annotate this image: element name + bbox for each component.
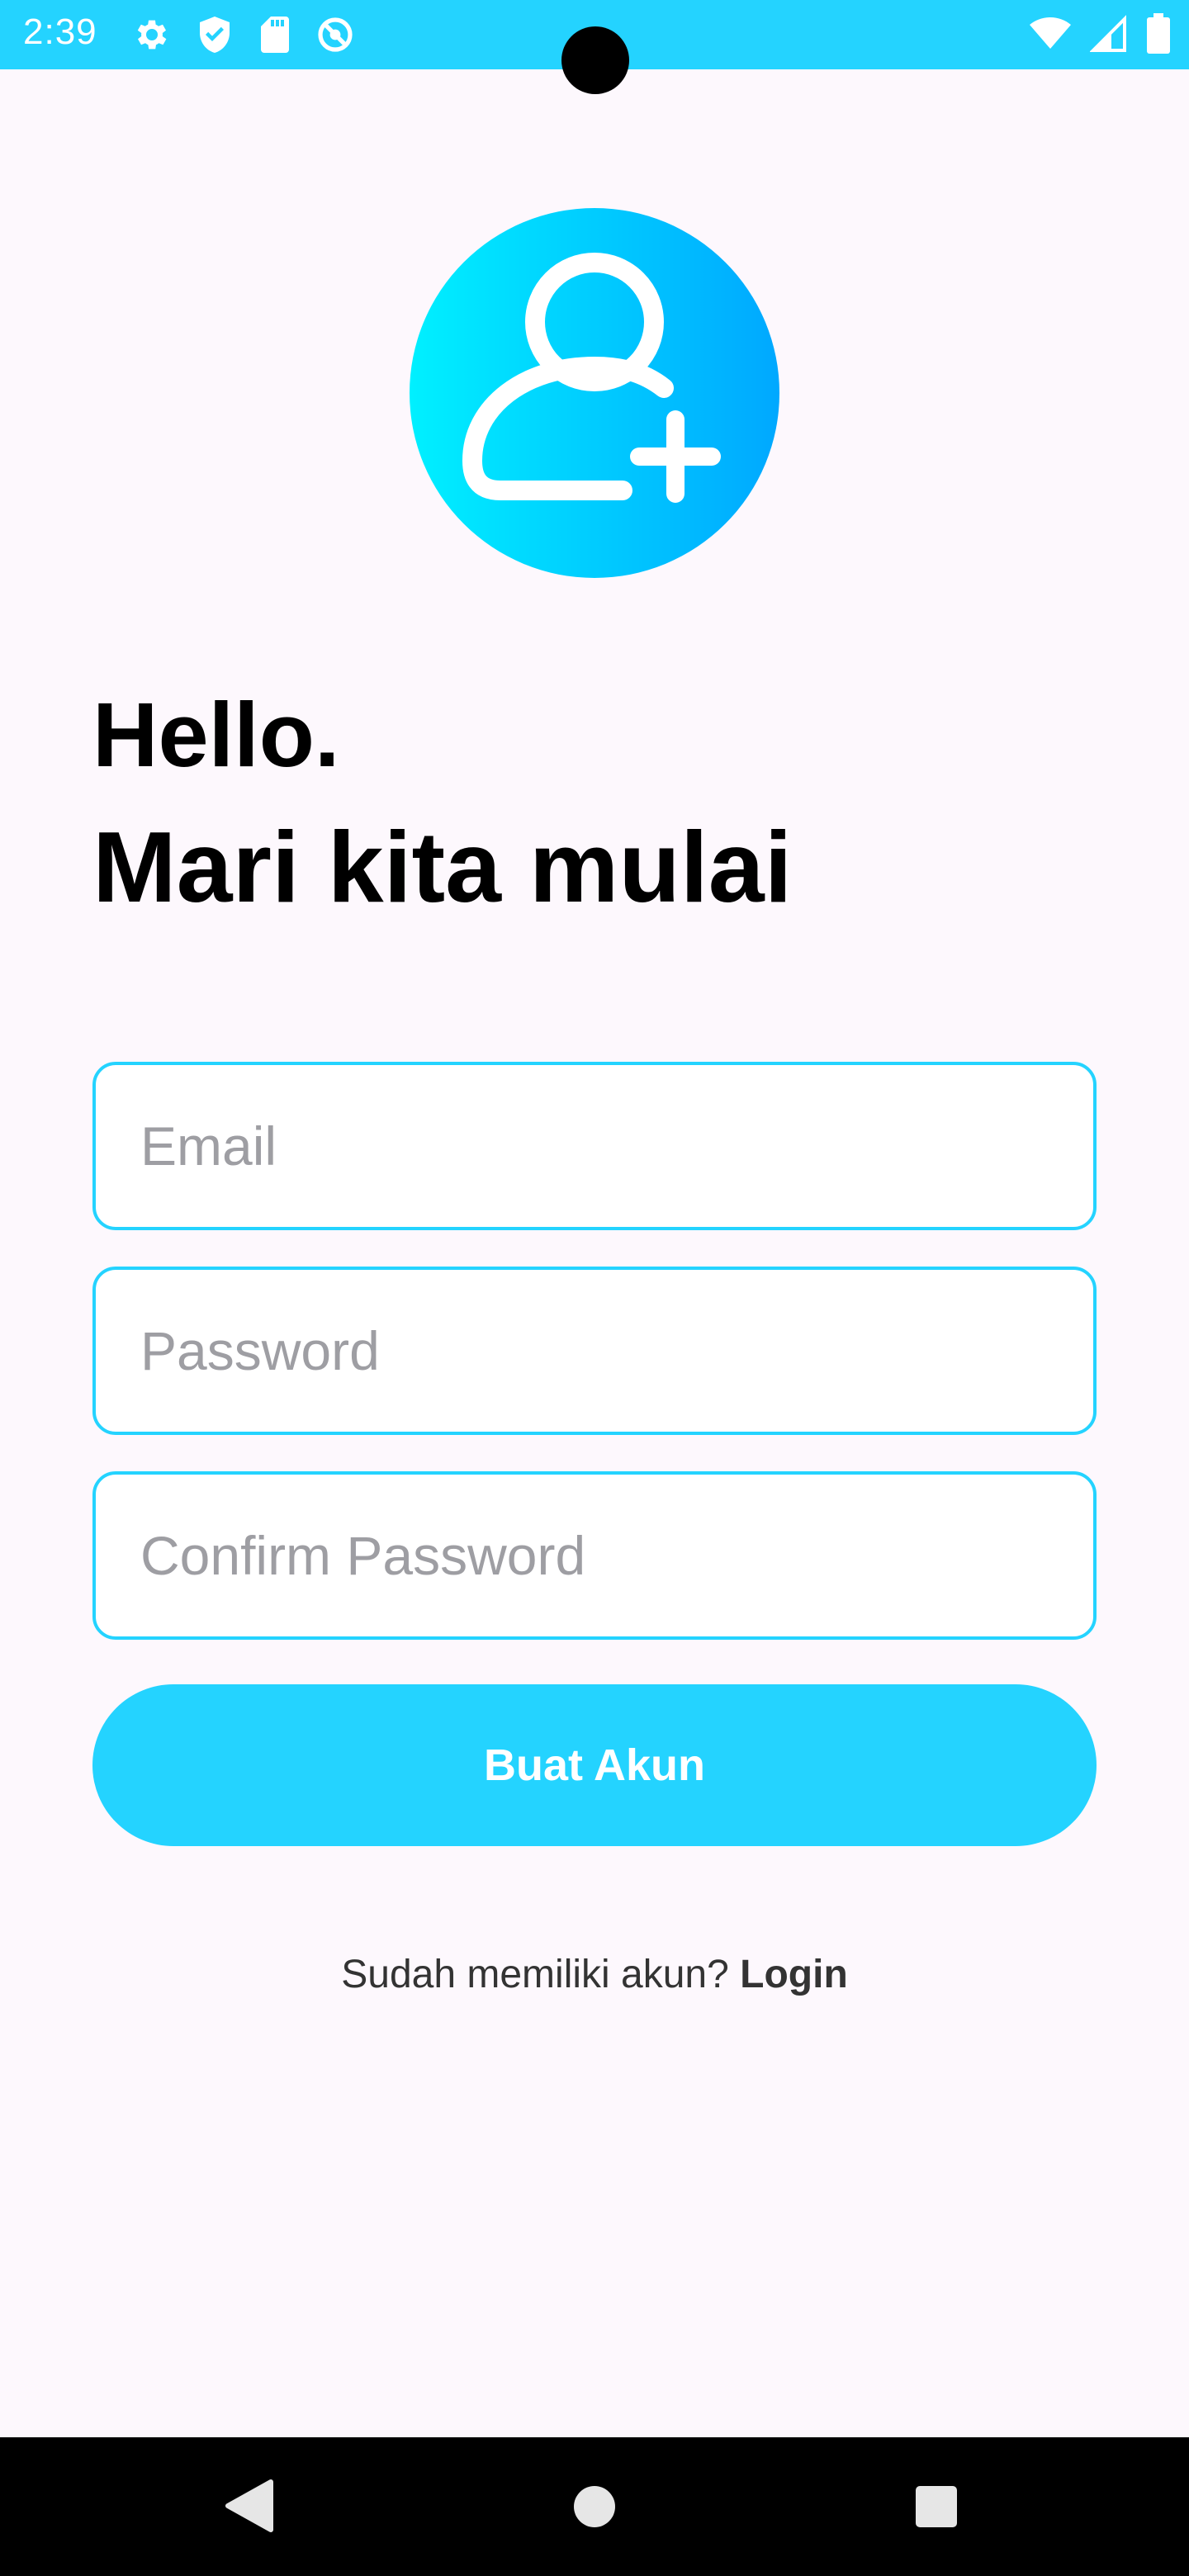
avatar xyxy=(410,208,779,578)
login-prompt-text: Sudah memiliki akun? xyxy=(341,1953,741,1996)
password-input[interactable] xyxy=(96,1270,1093,1432)
password-field[interactable] xyxy=(92,1267,1097,1435)
navigation-bar xyxy=(0,2437,1189,2576)
gear-icon xyxy=(132,15,172,54)
login-prompt: Sudah memiliki akun? Login xyxy=(0,1952,1189,1997)
back-icon[interactable] xyxy=(223,2477,274,2539)
email-field[interactable] xyxy=(92,1062,1097,1230)
camera-cutout xyxy=(561,26,629,94)
no-disturb-icon xyxy=(315,15,355,54)
status-time: 2:39 xyxy=(23,12,97,52)
greeting-heading: Hello. xyxy=(92,684,340,786)
battery-icon xyxy=(1146,13,1171,54)
confirm-password-field[interactable] xyxy=(92,1471,1097,1640)
wifi-icon xyxy=(1029,14,1072,54)
signal-icon xyxy=(1090,14,1128,54)
shield-icon xyxy=(197,15,233,54)
status-icons-right xyxy=(1029,13,1171,54)
confirm-password-input[interactable] xyxy=(96,1475,1093,1636)
status-icons-left xyxy=(132,15,355,54)
page-title: Mari kita mulai xyxy=(92,811,793,923)
recents-icon[interactable] xyxy=(915,2485,958,2532)
email-input[interactable] xyxy=(96,1065,1093,1227)
login-link[interactable]: Login xyxy=(740,1953,848,1996)
sd-card-icon xyxy=(258,15,291,54)
create-account-button[interactable]: Buat Akun xyxy=(92,1684,1097,1846)
home-icon[interactable] xyxy=(573,2485,616,2532)
register-screen: 2:39 Hello. Mari kita mulai Email Buat A… xyxy=(0,0,1189,2576)
